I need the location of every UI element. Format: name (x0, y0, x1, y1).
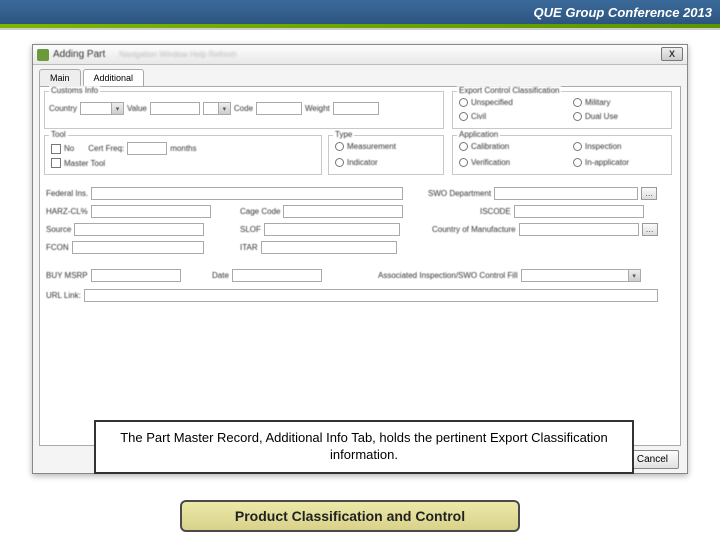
close-button[interactable]: X (661, 47, 683, 61)
value-input[interactable] (150, 102, 200, 115)
legend-app: Application (457, 130, 500, 139)
certfreq-input[interactable] (127, 142, 167, 155)
swodept-browse[interactable]: … (641, 187, 657, 200)
label-weight: Weight (305, 104, 330, 113)
badge-text: Product Classification and Control (235, 508, 465, 524)
legend-export: Export Control Classification (457, 86, 561, 95)
menu-ghost: Navigation Window Help Refresh (119, 50, 683, 59)
dialog-window: Adding Part Navigation Window Help Refre… (32, 44, 688, 474)
window-title: Adding Part (53, 49, 105, 60)
label-unspecified: Unspecified (471, 98, 513, 107)
label-source: Source (46, 225, 71, 234)
radio-inapp[interactable] (573, 158, 582, 167)
brand-text: QUE Group Conference 2013 (534, 5, 712, 20)
harz-input[interactable] (91, 205, 211, 218)
radio-civil[interactable] (459, 112, 468, 121)
com-input[interactable] (519, 223, 639, 236)
check-master[interactable] (51, 158, 61, 168)
fcon-input[interactable] (72, 241, 204, 254)
label-date: Date (212, 271, 229, 280)
label-no: No (64, 144, 74, 153)
federal-input[interactable] (91, 187, 403, 200)
radio-measurement[interactable] (335, 142, 344, 151)
app-icon (37, 49, 49, 61)
label-inapp: In-applicator (585, 158, 629, 167)
label-code: Code (234, 104, 253, 113)
swodept-input[interactable] (494, 187, 638, 200)
source-input[interactable] (74, 223, 204, 236)
legend-type: Type (333, 130, 354, 139)
fieldset-export: Export Control Classification Unspecifie… (452, 91, 672, 129)
callout-box: The Part Master Record, Additional Info … (94, 420, 634, 474)
fieldset-type: Type Measurement Indicator (328, 135, 444, 175)
url-input[interactable] (84, 289, 658, 302)
assoc-select[interactable]: ▾ (521, 269, 641, 282)
chevron-down-icon: ▾ (628, 270, 640, 281)
title-bar: Adding Part Navigation Window Help Refre… (33, 45, 687, 65)
label-fcon: FCON (46, 243, 69, 252)
check-no[interactable] (51, 144, 61, 154)
tab-pane: Customs Info Country ▾ Value ▾ Code Weig… (39, 86, 681, 446)
msrp-input[interactable] (91, 269, 181, 282)
date-input[interactable] (232, 269, 322, 282)
label-indicator: Indicator (347, 158, 378, 167)
label-calibration: Calibration (471, 142, 509, 151)
tab-strip: Main Additional (39, 69, 687, 86)
label-harz: HARZ-CL% (46, 207, 88, 216)
fieldset-tool: Tool No Cert Freq: months Master Tool (44, 135, 322, 175)
tab-additional[interactable]: Additional (83, 69, 145, 86)
label-months: months (170, 144, 196, 153)
country-select[interactable]: ▾ (80, 102, 124, 115)
radio-calibration[interactable] (459, 142, 468, 151)
label-military: Military (585, 98, 610, 107)
radio-military[interactable] (573, 98, 582, 107)
label-isocode: ISCODE (480, 207, 511, 216)
fieldset-app: Application Calibration Inspection Verif… (452, 135, 672, 175)
brand-bar: QUE Group Conference 2013 (0, 0, 720, 24)
callout-text: The Part Master Record, Additional Info … (120, 430, 608, 462)
chevron-down-icon: ▾ (218, 103, 230, 114)
chevron-down-icon: ▾ (111, 103, 123, 114)
label-federal: Federal Ins. (46, 189, 88, 198)
label-swodept: SWO Department (428, 189, 491, 198)
code-input[interactable] (256, 102, 302, 115)
label-url: URL Link: (46, 291, 81, 300)
label-civil: Civil (471, 112, 486, 121)
radio-unspecified[interactable] (459, 98, 468, 107)
label-slof: SLOF (240, 225, 261, 234)
isocode-input[interactable] (514, 205, 644, 218)
legend-customs: Customs Info (49, 86, 100, 95)
radio-dualuse[interactable] (573, 112, 582, 121)
label-dualuse: Dual Use (585, 112, 618, 121)
label-verification: Verification (471, 158, 510, 167)
cage-input[interactable] (283, 205, 403, 218)
label-country: Country (49, 104, 77, 113)
radio-inspection[interactable] (573, 142, 582, 151)
slof-input[interactable] (264, 223, 400, 236)
value-unit[interactable]: ▾ (203, 102, 231, 115)
label-certfreq: Cert Freq: (88, 144, 124, 153)
label-measurement: Measurement (347, 142, 396, 151)
legend-tool: Tool (49, 130, 68, 139)
label-master: Master Tool (64, 159, 105, 168)
label-itar: ITAR (240, 243, 258, 252)
label-assoc: Associated Inspection/SWO Control Fill (378, 271, 518, 280)
cancel-label: Cancel (637, 454, 668, 465)
footer-badge: Product Classification and Control (180, 500, 520, 532)
label-msrp: BUY MSRP (46, 271, 88, 280)
accent-bar (0, 24, 720, 30)
itar-input[interactable] (261, 241, 397, 254)
radio-verification[interactable] (459, 158, 468, 167)
tab-main[interactable]: Main (39, 69, 81, 86)
label-value: Value (127, 104, 147, 113)
label-cage: Cage Code (240, 207, 280, 216)
fieldset-customs: Customs Info Country ▾ Value ▾ Code Weig… (44, 91, 444, 129)
radio-indicator[interactable] (335, 158, 344, 167)
label-com: Country of Manufacture (432, 225, 516, 234)
label-inspection: Inspection (585, 142, 621, 151)
weight-input[interactable] (333, 102, 379, 115)
com-browse[interactable]: … (642, 223, 658, 236)
